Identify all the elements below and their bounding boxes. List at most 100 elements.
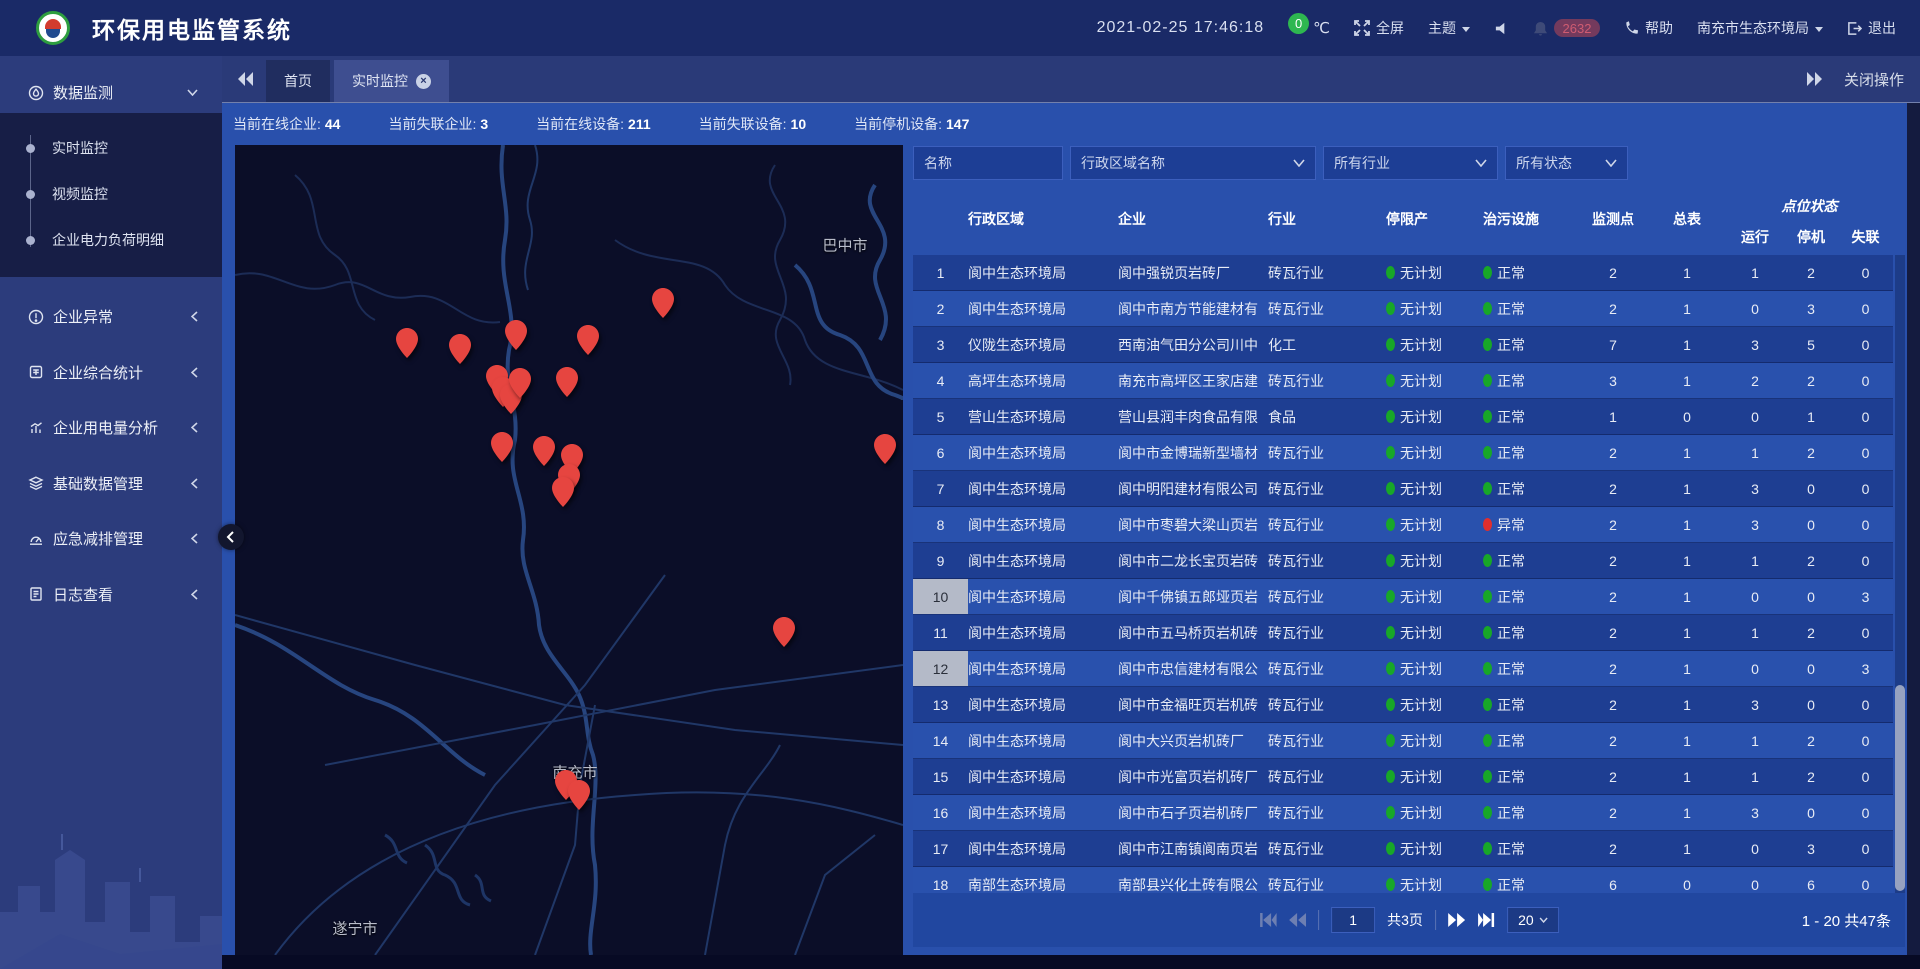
sidebar-item-4[interactable]: 基础数据管理 (0, 456, 222, 512)
pollution-facility-cell: 正常 (1483, 687, 1578, 722)
map-marker-icon[interactable] (773, 617, 795, 647)
org-menu[interactable]: 南充市生态环境局 (1697, 18, 1823, 38)
industry-cell: 砖瓦行业 (1268, 831, 1386, 866)
map-marker-icon[interactable] (491, 432, 513, 462)
last-page-icon[interactable] (1477, 912, 1495, 928)
table-row-5[interactable]: 5营山生态环境局营山县润丰肉食品有限食品无计划正常10010 (913, 399, 1893, 435)
sidebar-subitem-1[interactable]: 视频监控 (0, 171, 222, 217)
help-button[interactable]: 帮助 (1624, 18, 1673, 38)
stat-item-0: 当前在线企业:44 (233, 114, 340, 134)
table-row-11[interactable]: 11阆中生态环境局阆中市五马桥页岩机砖砖瓦行业无计划正常21120 (913, 615, 1893, 651)
company-cell: 阆中市南方节能建材有 (1118, 291, 1268, 326)
prev-page-icon[interactable] (1289, 912, 1306, 928)
table-row-3[interactable]: 3仪陇生态环境局西南油气田分公司川中化工无计划正常71350 (913, 327, 1893, 363)
table-row-1[interactable]: 1阆中生态环境局阆中强锐页岩砖厂砖瓦行业无计划正常21120 (913, 255, 1893, 291)
close-tab-icon[interactable]: × (416, 74, 431, 89)
sidebar-item-3[interactable]: 企业用电量分析 (0, 400, 222, 456)
table-row-14[interactable]: 14阆中生态环境局阆中大兴页岩机砖厂砖瓦行业无计划正常21120 (913, 723, 1893, 759)
sidebar-item-2[interactable]: 企业综合统计 (0, 345, 222, 401)
map-marker-icon[interactable] (874, 434, 896, 464)
company-cell: 阆中强锐页岩砖厂 (1118, 255, 1268, 290)
industry-filter-select[interactable]: 所有行业 (1323, 146, 1498, 180)
close-operations-button[interactable]: 关闭操作 (1844, 69, 1904, 90)
status-dot-icon (1483, 302, 1492, 315)
table-row-12[interactable]: 12阆中生态环境局阆中市忠信建材有限公砖瓦行业无计划正常21003 (913, 651, 1893, 687)
map-marker-icon[interactable] (396, 328, 418, 358)
region-filter-select[interactable]: 行政区域名称 (1070, 146, 1316, 180)
first-page-icon[interactable] (1259, 912, 1277, 928)
tabs-scroll-left-icon[interactable] (238, 72, 254, 86)
fullscreen-button[interactable]: 全屏 (1354, 18, 1404, 38)
map-panel[interactable]: 巴中市南充市遂宁市 (235, 145, 903, 955)
sidebar-item-6[interactable]: 日志查看 (0, 567, 222, 623)
map-marker-icon[interactable] (568, 780, 590, 810)
region-cell: 阆中生态环境局 (968, 795, 1118, 830)
map-marker-icon[interactable] (449, 334, 471, 364)
table-row-9[interactable]: 9阆中生态环境局阆中市二龙长宝页岩砖砖瓦行业无计划正常21120 (913, 543, 1893, 579)
table-row-4[interactable]: 4高坪生态环境局南充市高坪区王家店建砖瓦行业无计划正常31220 (913, 363, 1893, 399)
tab-1[interactable]: 实时监控× (334, 60, 449, 102)
stats-bar: 当前在线企业:44当前失联企业:3当前在线设备:211当前失联设备:10当前停机… (233, 103, 969, 145)
row-index: 10 (913, 579, 968, 614)
table-row-10[interactable]: 10阆中生态环境局阆中千佛镇五郎垭页岩砖瓦行业无计划正常21003 (913, 579, 1893, 615)
map-marker-icon[interactable] (505, 320, 527, 350)
notifications[interactable]: 2632 (1533, 19, 1600, 37)
running-count-cell: 1 (1726, 435, 1784, 470)
stopped-count-cell: 0 (1784, 795, 1838, 830)
chevron-down-icon (187, 89, 198, 96)
logout-button[interactable]: 退出 (1847, 18, 1896, 38)
sidebar-item-5[interactable]: 应急减排管理 (0, 511, 222, 567)
sidebar-item-1[interactable]: 企业异常 (0, 289, 222, 345)
theme-menu[interactable]: 主题 (1428, 18, 1470, 38)
next-page-icon[interactable] (1448, 912, 1465, 928)
total-meters-cell: 1 (1648, 471, 1726, 506)
map-marker-icon[interactable] (533, 436, 555, 466)
offline-count-cell: 0 (1838, 435, 1893, 470)
map-marker-icon[interactable] (652, 288, 674, 318)
map-marker-icon[interactable] (556, 367, 578, 397)
page-number-input[interactable] (1331, 907, 1375, 933)
sidebar-subitem-2[interactable]: 企业电力负荷明细 (0, 217, 222, 263)
offline-count-cell: 0 (1838, 399, 1893, 434)
stat-item-3: 当前失联设备:10 (699, 114, 806, 134)
running-count-cell: 1 (1726, 255, 1784, 290)
pollution-facility-cell: 正常 (1483, 867, 1578, 893)
sound-mute-button[interactable] (1494, 21, 1509, 36)
tabs-scroll-right-icon[interactable] (1806, 72, 1822, 86)
scrollbar-thumb[interactable] (1895, 685, 1905, 891)
page-size-select[interactable]: 20 (1507, 907, 1559, 933)
data-monitor-icon (28, 85, 44, 101)
stat-value: 10 (791, 116, 807, 132)
tab-0[interactable]: 首页 (266, 60, 330, 102)
table-row-17[interactable]: 17阆中生态环境局阆中市江南镇阆南页岩砖瓦行业无计划正常21030 (913, 831, 1893, 867)
chevron-down-icon (1815, 27, 1823, 32)
table-row-8[interactable]: 8阆中生态环境局阆中市枣碧大梁山页岩砖瓦行业无计划异常21300 (913, 507, 1893, 543)
table-row-2[interactable]: 2阆中生态环境局阆中市南方节能建材有砖瓦行业无计划正常21030 (913, 291, 1893, 327)
row-index: 17 (913, 831, 968, 866)
table-scrollbar[interactable] (1895, 255, 1905, 893)
sidebar-subitem-0[interactable]: 实时监控 (0, 125, 222, 171)
sidebar-collapse-button[interactable] (218, 524, 244, 550)
name-filter-input[interactable] (913, 146, 1063, 180)
offline-count-cell: 0 (1838, 291, 1893, 326)
table-row-6[interactable]: 6阆中生态环境局阆中市金博瑞新型墙材砖瓦行业无计划正常21120 (913, 435, 1893, 471)
industry-cell: 砖瓦行业 (1268, 435, 1386, 470)
base-data-icon (28, 475, 44, 491)
status-dot-icon (1483, 410, 1492, 423)
sidebar-item-0[interactable]: 数据监测 (0, 72, 222, 113)
monitor-points-cell: 2 (1578, 651, 1648, 686)
map-marker-icon[interactable] (509, 368, 531, 398)
monitor-points-cell: 3 (1578, 363, 1648, 398)
col-header-stopped: 停机 (1784, 218, 1838, 255)
table-row-18[interactable]: 18南部生态环境局南部县兴化土砖有限公砖瓦行业无计划正常60060 (913, 867, 1893, 893)
table-row-7[interactable]: 7阆中生态环境局阆中明阳建材有限公司砖瓦行业无计划正常21300 (913, 471, 1893, 507)
status-filter-select[interactable]: 所有状态 (1505, 146, 1628, 180)
table-row-13[interactable]: 13阆中生态环境局阆中市金福旺页岩机砖砖瓦行业无计划正常21300 (913, 687, 1893, 723)
map-marker-icon[interactable] (552, 477, 574, 507)
col-header-company: 企业 (1118, 182, 1268, 255)
table-row-15[interactable]: 15阆中生态环境局阆中市光富页岩机砖厂砖瓦行业无计划正常21120 (913, 759, 1893, 795)
table-row-16[interactable]: 16阆中生态环境局阆中市石子页岩机砖厂砖瓦行业无计划正常21300 (913, 795, 1893, 831)
stopped-count-cell: 3 (1784, 291, 1838, 326)
map-marker-icon[interactable] (577, 325, 599, 355)
industry-cell: 化工 (1268, 327, 1386, 362)
